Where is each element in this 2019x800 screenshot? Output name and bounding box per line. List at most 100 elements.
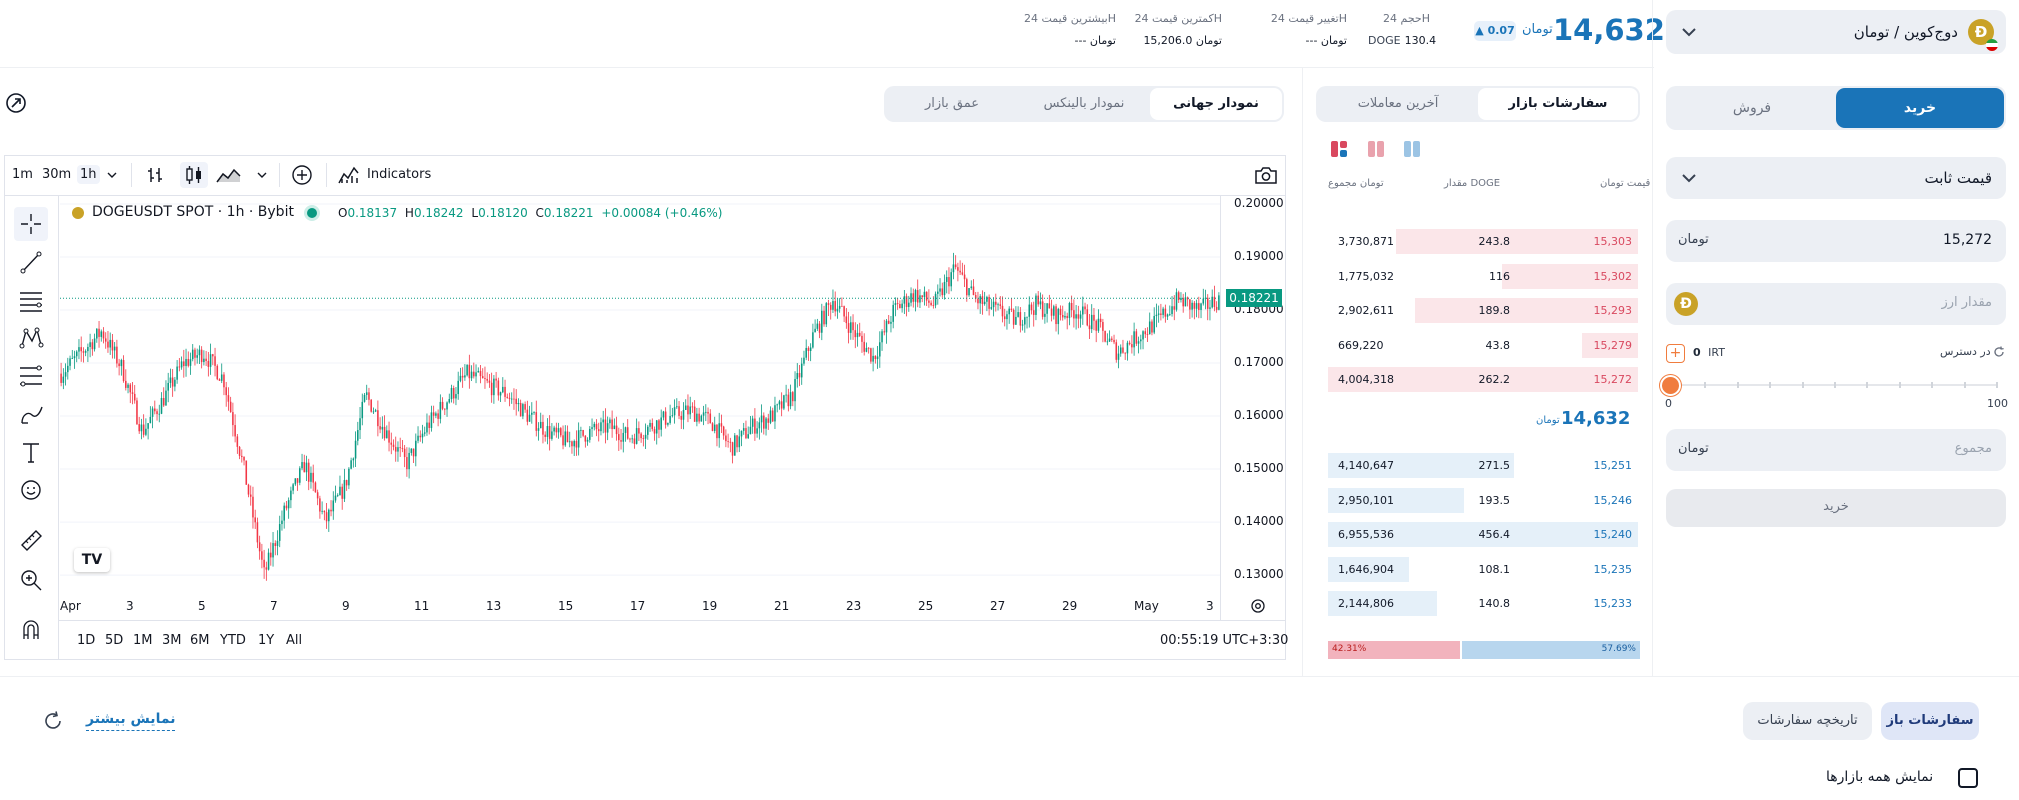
candle-body <box>162 397 165 406</box>
candle-body <box>499 392 502 396</box>
market-selector[interactable]: Ð دوج‌کوین / تومان <box>1666 10 2006 54</box>
x-tick-label: 7 <box>270 599 278 613</box>
show-more-link[interactable]: نمایش بیشتر <box>86 711 176 731</box>
candle-body <box>560 428 562 436</box>
axis-settings-gear-icon[interactable] <box>1249 597 1267 615</box>
chart-clock[interactable]: 00:55:19 UTC+3:30 <box>1160 633 1288 648</box>
orderbook-view-bids-icon[interactable] <box>1403 140 1421 158</box>
pattern-tool-icon[interactable] <box>14 321 48 355</box>
price-input[interactable]: 15,272 تومان <box>1666 220 2006 262</box>
show-all-markets-checkbox[interactable] <box>1958 768 1978 788</box>
x-tick-label: 21 <box>774 599 790 613</box>
slider-tick <box>1866 382 1869 388</box>
submit-buy-button[interactable]: خرید <box>1666 489 2006 527</box>
range-button[interactable]: 1D <box>77 633 95 648</box>
timeframe-1h[interactable]: 1h <box>77 165 100 184</box>
timeframe-30m[interactable]: 30m <box>42 167 71 182</box>
range-button[interactable]: 6M <box>190 633 210 648</box>
range-button[interactable]: 1M <box>133 633 153 648</box>
emoji-tool-icon[interactable] <box>14 473 48 507</box>
orderbook-view-both-icon[interactable] <box>1330 140 1348 158</box>
candle-body <box>910 293 912 303</box>
tab-open-orders[interactable]: سفارشات باز <box>1881 702 1979 740</box>
candle-body <box>84 351 87 353</box>
bid-row[interactable]: 15,240 456.4 6,955,536 <box>1328 520 1638 548</box>
slider-thumb[interactable] <box>1660 375 1681 396</box>
candle-body <box>914 290 917 302</box>
candle-body <box>526 409 529 422</box>
ruler-tool-icon[interactable] <box>14 523 48 557</box>
ask-amount: 262.2 <box>1478 373 1511 386</box>
candle-body <box>548 426 551 439</box>
doge-coin-icon: Ð <box>1674 292 1698 316</box>
candlestick-plot[interactable] <box>60 196 1220 591</box>
orderbook-view-asks-icon[interactable] <box>1367 140 1385 158</box>
amount-slider[interactable] <box>1660 375 2000 396</box>
bid-row[interactable]: 15,251 271.5 4,140,647 <box>1328 451 1638 479</box>
area-chart-style-icon[interactable] <box>216 166 242 184</box>
horizontal-lines-tool-icon[interactable] <box>14 283 48 317</box>
magnet-tool-icon[interactable] <box>14 613 48 647</box>
brush-tool-icon[interactable] <box>14 397 48 431</box>
range-button[interactable]: All <box>286 633 302 648</box>
tab-last-trades[interactable]: آخرین معاملات <box>1318 88 1478 120</box>
fullscreen-icon[interactable] <box>5 92 27 114</box>
tab-global-chart[interactable]: نمودار جهانی <box>1150 88 1282 120</box>
candle-body <box>191 349 194 360</box>
tab-market-orders[interactable]: سفارشات بازار <box>1478 88 1638 120</box>
add-funds-button[interactable]: + <box>1666 344 1685 363</box>
bid-amount: 193.5 <box>1478 493 1511 507</box>
candle-body <box>1053 306 1055 316</box>
ask-amount: 243.8 <box>1478 235 1511 248</box>
order-type-select[interactable]: قیمت ثابت <box>1666 157 2006 199</box>
slider-tick <box>1801 382 1804 388</box>
candle-body <box>881 331 883 343</box>
x-tick-label: 13 <box>486 599 502 613</box>
tab-order-history[interactable]: تاریخچه سفارشات <box>1743 702 1872 740</box>
buy-tab[interactable]: خرید <box>1836 88 2004 128</box>
chevron-down-icon[interactable] <box>106 169 118 181</box>
fib-retracement-tool-icon[interactable] <box>14 359 48 393</box>
y-tick-label: 0.13000 <box>1234 567 1284 582</box>
sell-tab[interactable]: فروش <box>1668 88 1836 128</box>
x-tick-label: 23 <box>846 599 862 613</box>
amount-input[interactable]: مقدار ارز Ð <box>1666 283 2006 325</box>
timeframe-1m[interactable]: 1m <box>12 167 33 182</box>
range-button[interactable]: 1Y <box>258 633 274 648</box>
tab-market-depth[interactable]: عمق بازار <box>886 88 1018 120</box>
candle-body <box>937 291 939 294</box>
toolbar-divider <box>279 163 280 187</box>
range-button[interactable]: YTD <box>220 633 246 648</box>
zoom-in-tool-icon[interactable] <box>14 563 48 597</box>
candle-body <box>1169 314 1171 315</box>
tab-balinex-chart[interactable]: نمودار بالینکس <box>1018 88 1150 120</box>
candle-body <box>423 432 426 434</box>
crosshair-tool-icon[interactable] <box>14 207 48 241</box>
refresh-icon[interactable] <box>42 710 64 732</box>
bid-row[interactable]: 15,235 108.1 1,646,904 <box>1328 555 1638 583</box>
bid-row[interactable]: 15,233 140.8 2,144,806 <box>1328 589 1638 617</box>
candle-body <box>1008 308 1010 315</box>
total-input[interactable]: مجموع تومان <box>1666 429 2006 471</box>
ask-row[interactable]: 15,279 43.8 669,220 <box>1328 331 1638 359</box>
candle-body <box>945 277 948 282</box>
candle-body <box>836 308 839 312</box>
ask-row[interactable]: 15,302 116 1,775,032 <box>1328 262 1638 290</box>
trend-line-tool-icon[interactable] <box>14 245 48 279</box>
range-button[interactable]: 3M <box>162 633 182 648</box>
ask-row[interactable]: 15,303 243.8 3,730,871 <box>1328 227 1638 255</box>
chevron-down-icon[interactable] <box>256 169 268 181</box>
add-indicator-plus-icon[interactable] <box>291 164 313 186</box>
camera-icon[interactable] <box>1254 165 1278 185</box>
refresh-icon[interactable] <box>1993 346 2005 358</box>
candle-body <box>551 431 553 439</box>
range-button[interactable]: 5D <box>105 633 123 648</box>
candle-body <box>399 447 401 449</box>
bar-chart-style-icon[interactable] <box>145 165 165 185</box>
bid-row[interactable]: 15,246 193.5 2,950,101 <box>1328 486 1638 514</box>
ask-row[interactable]: 15,293 189.8 2,902,611 <box>1328 296 1638 324</box>
candle-body <box>1189 299 1191 310</box>
ask-row[interactable]: 15,272 262.2 4,004,318 <box>1328 365 1638 393</box>
candle-chart-style-icon[interactable] <box>180 162 208 188</box>
text-tool-icon[interactable] <box>14 435 48 469</box>
